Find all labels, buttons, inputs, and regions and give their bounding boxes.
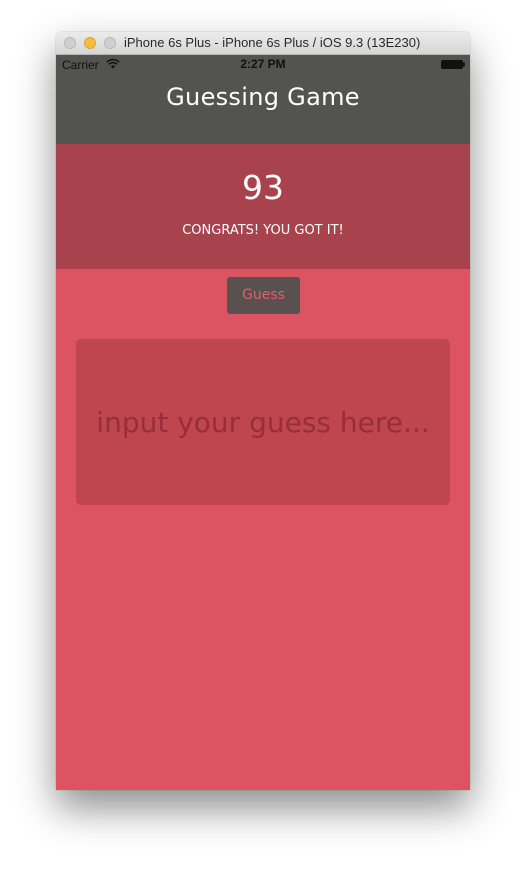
status-bar: Carrier 2:27 PM [56, 55, 470, 75]
status-time: 2:27 PM [240, 57, 286, 71]
guessed-number: 93 [242, 168, 284, 207]
close-window-button[interactable] [64, 37, 76, 49]
window-titlebar[interactable]: iPhone 6s Plus - iPhone 6s Plus / iOS 9.… [56, 32, 470, 55]
battery-icon [441, 60, 465, 69]
guess-input[interactable] [76, 339, 450, 505]
window-title: iPhone 6s Plus - iPhone 6s Plus / iOS 9.… [124, 35, 421, 50]
simulator-window: iPhone 6s Plus - iPhone 6s Plus / iOS 9.… [56, 32, 470, 790]
result-message: CONGRATS! YOU GOT IT! [182, 223, 344, 238]
guess-button[interactable]: Guess [227, 277, 300, 314]
app-header: Carrier 2:27 PM Guessing Game [56, 55, 470, 144]
zoom-window-button[interactable] [104, 37, 116, 49]
result-panel: 93 CONGRATS! YOU GOT IT! [56, 144, 470, 269]
guess-input-container [76, 339, 450, 505]
device-screen: Carrier 2:27 PM Guessing Game 93 CONGRAT… [56, 55, 470, 790]
app-title: Guessing Game [166, 83, 360, 111]
minimize-window-button[interactable] [84, 37, 96, 49]
